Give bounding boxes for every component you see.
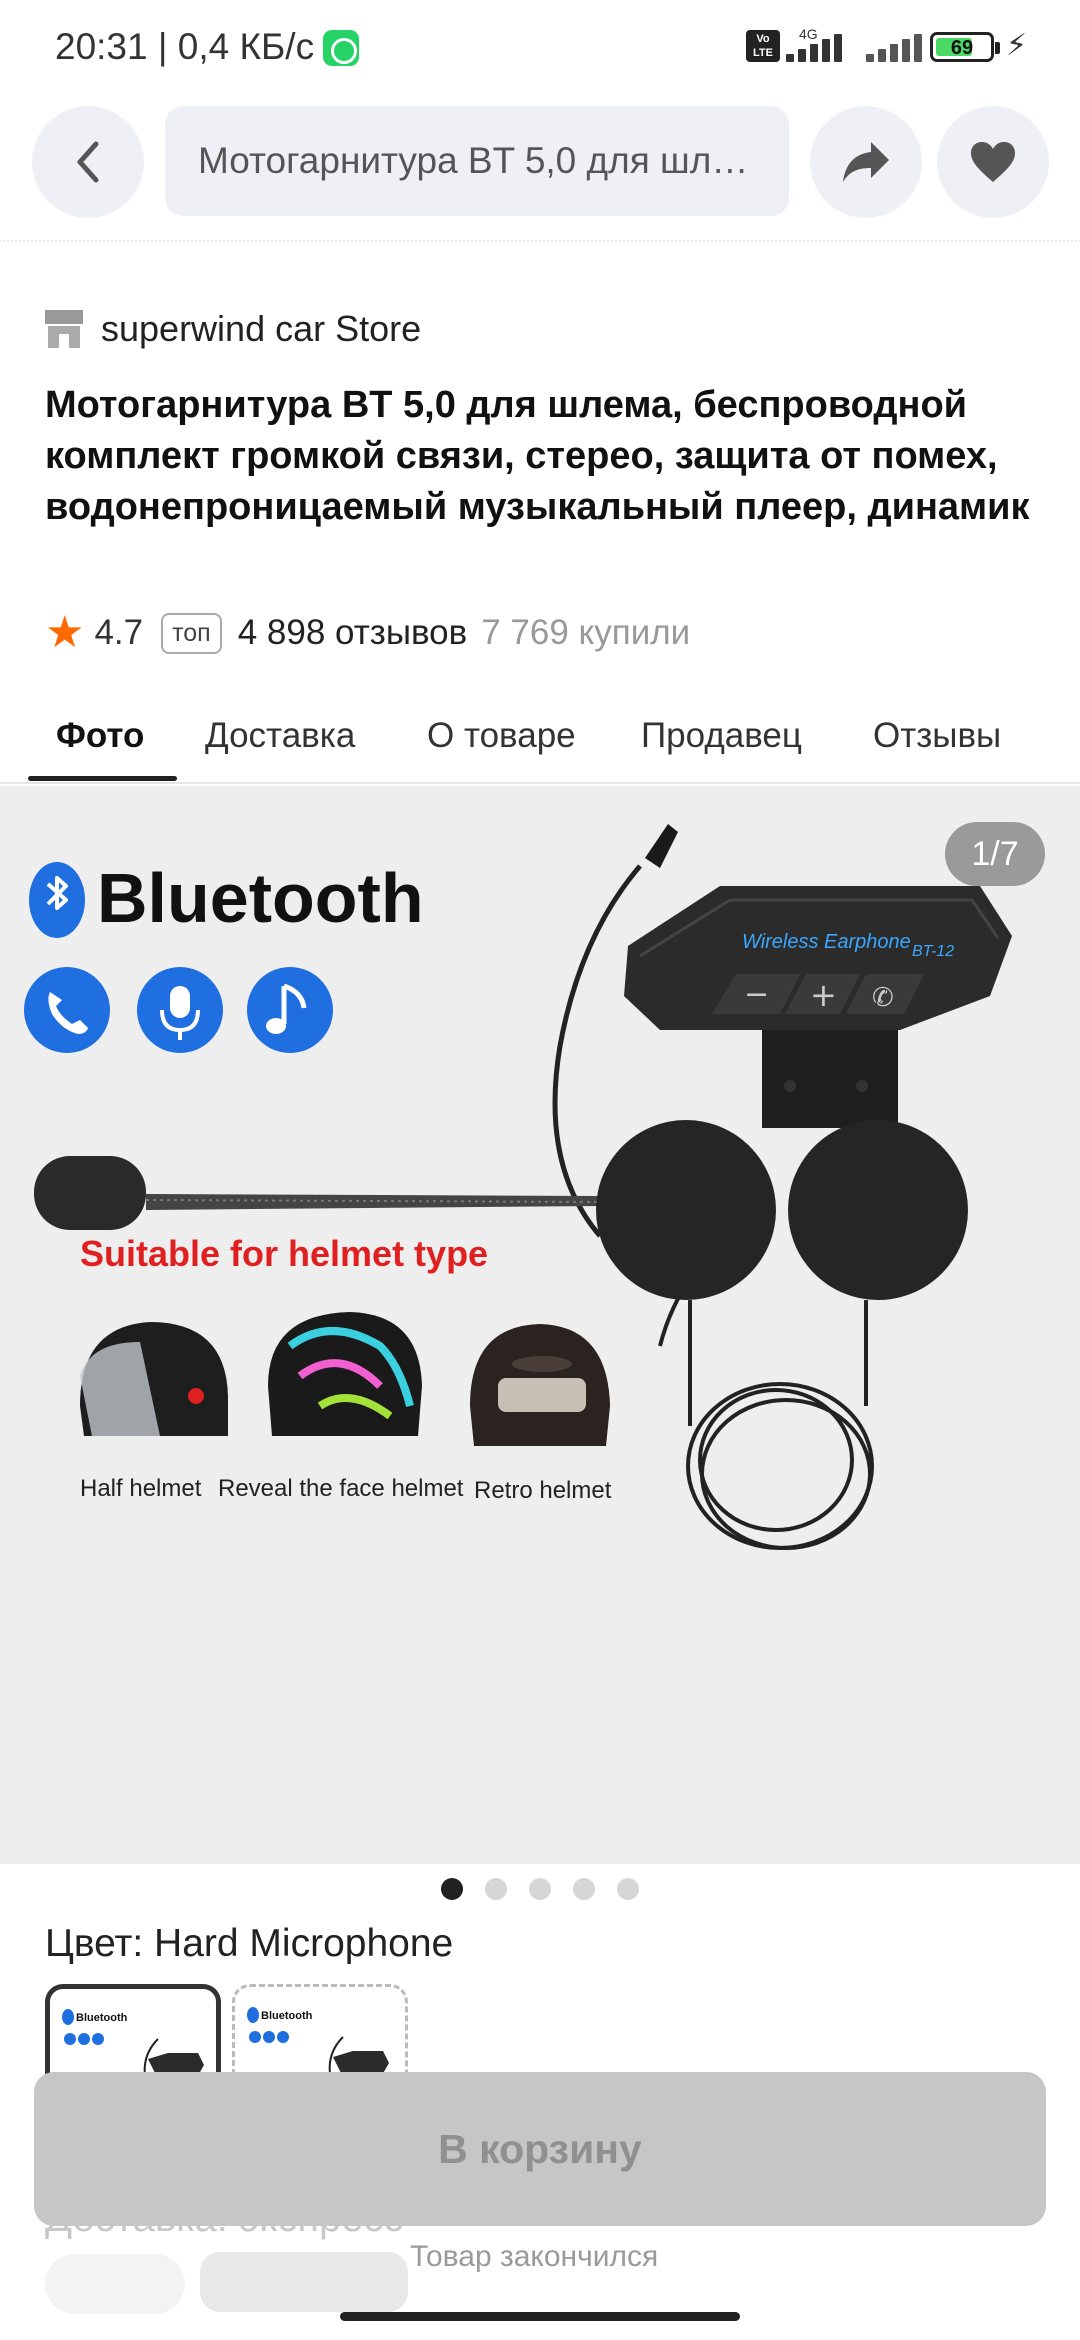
bought-count: 7 769 купили [481,613,691,652]
speaker-right [788,1120,968,1406]
header-divider [0,240,1080,254]
gallery-dot[interactable] [529,1878,551,1900]
rating-row[interactable]: ★ 4.7 топ 4 898 отзывов 7 769 купили [45,605,690,661]
top-badge: топ [161,612,222,654]
tab-seller[interactable]: Продавец [641,716,802,756]
add-to-cart-button[interactable]: В корзину [34,2072,1046,2226]
tab-bar: Фото Доставка О товаре Продавец Отзывы [0,700,1080,784]
battery-icon: 69 [930,32,1000,62]
modular-helmet-image [268,1312,422,1436]
tab-active-indicator [28,776,177,781]
half-helmet-image [80,1322,228,1436]
svg-text:+: + [810,976,837,1014]
charging-icon: ⚡ [1006,29,1028,62]
color-label: Цвет: Hard Microphone [45,1922,454,1965]
model-label: BT-12 [912,943,954,960]
product-image[interactable]: Bluetooth Wireless Earphone BT-12 − + ✆ [0,786,1080,1864]
status-time: 20:31 | 0,4 КБ/с [55,26,315,67]
bluetooth-logo-icon [29,862,85,938]
volte-icon: Vo LTE [746,30,780,62]
microphone-icon [137,967,223,1053]
gallery-dot[interactable] [617,1878,639,1900]
share-button[interactable] [810,106,922,218]
helmet-label-retro: Retro helmet [474,1477,612,1504]
store-link[interactable]: superwind car Store [45,308,421,350]
gallery-counter: 1/7 [945,822,1045,886]
store-name: superwind car Store [101,308,422,349]
search-text: Мотогарнитура BT 5,0 для шлема, беспрово… [198,140,756,181]
swatch-caption: Bluetooth [76,2012,128,2024]
suitable-text: Suitable for helmet type [80,1233,488,1274]
helmet-label-half: Half helmet [80,1475,202,1502]
tab-photo[interactable]: Фото [56,716,144,756]
search-input[interactable]: Мотогарнитура BT 5,0 для шлема, беспрово… [165,106,789,216]
gallery-dot[interactable] [441,1878,463,1900]
battery-level: 69 [950,37,974,59]
chevron-left-icon [77,141,99,183]
music-note-icon [247,967,333,1053]
status-bar: 20:31 | 0,4 КБ/с Vo LTE 4G 69 ⚡ [0,0,1080,96]
retro-helmet-image [470,1324,610,1446]
rating-value: 4.7 [94,613,144,652]
helmet-label-reveal: Reveal the face helmet [218,1475,464,1502]
svg-text:−: − [744,977,769,1012]
out-of-stock-text: Товар закончился [410,2240,659,2273]
signal-icon [786,34,850,62]
cable-coil [686,1382,874,1550]
tab-reviews[interactable]: Отзывы [873,716,1001,756]
svg-text:✆: ✆ [872,983,894,1013]
whatsapp-icon [323,30,359,66]
bluetooth-title: Bluetooth [97,859,424,937]
product-title: Мотогарнитура BT 5,0 для шлема, беспрово… [45,384,1030,528]
share-icon [843,142,889,182]
back-button[interactable] [32,106,144,218]
favorite-button[interactable] [937,106,1049,218]
home-indicator[interactable] [340,2312,740,2321]
gallery-dot[interactable] [573,1878,595,1900]
swatch-caption: Bluetooth [261,2010,313,2022]
star-icon: ★ [45,608,85,657]
delivery-option[interactable] [45,2254,185,2314]
gallery-dots [0,1878,1080,1906]
signal-2-icon [866,34,930,62]
store-icon [45,310,83,348]
device-label: Wireless Earphone [742,931,911,953]
reviews-count[interactable]: 4 898 отзывов [238,613,468,653]
speaker-left [596,1120,776,1426]
heart-icon [971,142,1015,182]
tab-about[interactable]: О товаре [427,716,576,756]
delivery-option[interactable] [200,2252,408,2312]
gallery-dot[interactable] [485,1878,507,1900]
phone-call-icon [24,967,110,1053]
tab-delivery[interactable]: Доставка [205,716,355,756]
